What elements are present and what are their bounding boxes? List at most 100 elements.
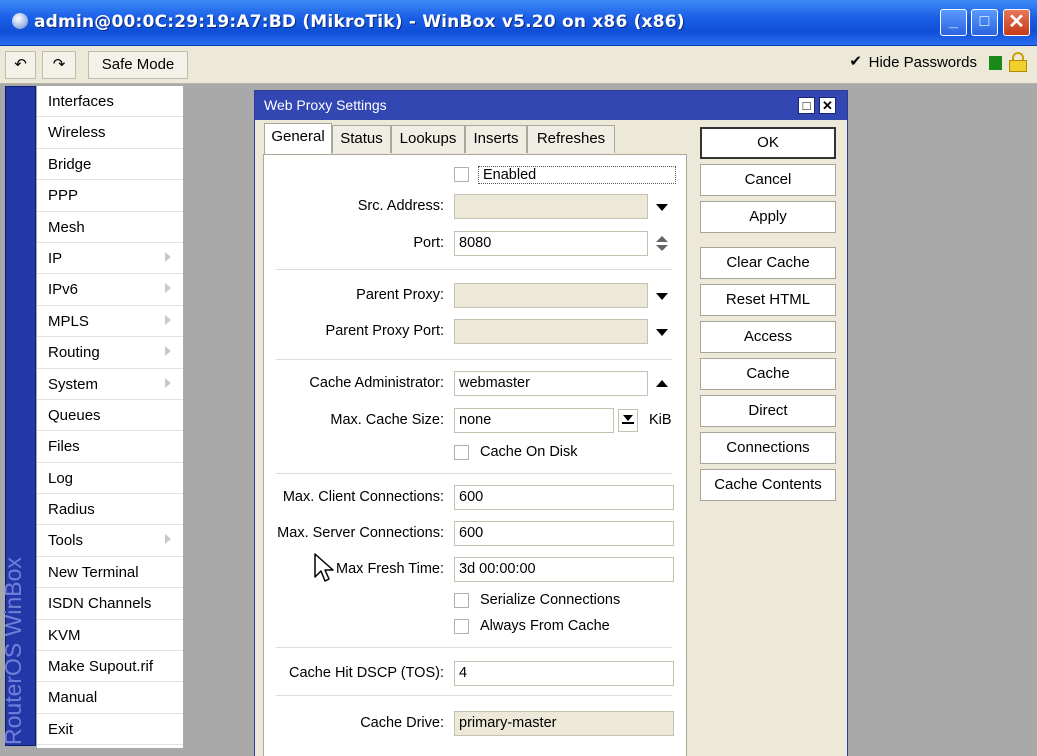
undo-icon: ↶ xyxy=(14,56,27,73)
menu-item-label: Mesh xyxy=(48,218,85,236)
minimize-button[interactable]: _ xyxy=(940,9,967,36)
divider xyxy=(276,695,672,696)
close-button[interactable]: ✕ xyxy=(1003,9,1030,36)
menu-item-label: ISDN Channels xyxy=(48,595,152,613)
cache-drive-label: Cache Drive: xyxy=(360,715,444,731)
cache-on-disk-label: Cache On Disk xyxy=(480,444,578,460)
menu-item-ipv6[interactable]: IPv6 xyxy=(37,274,183,306)
serialize-connections-checkbox[interactable] xyxy=(454,593,469,608)
menu-item-ppp[interactable]: PPP xyxy=(37,180,183,212)
menu-item-kvm[interactable]: KVM xyxy=(37,620,183,652)
dialog-restore-button[interactable]: □ xyxy=(798,97,815,114)
direct-button[interactable]: Direct xyxy=(700,395,836,427)
max-cache-size-field[interactable]: none xyxy=(454,408,614,433)
menu-item-label: MPLS xyxy=(48,312,89,330)
max-client-connections-field[interactable]: 600 xyxy=(454,485,674,510)
menu-item-label: Routing xyxy=(48,344,100,362)
parent-proxy-label: Parent Proxy: xyxy=(356,287,444,303)
serialize-connections-label: Serialize Connections xyxy=(480,592,621,608)
menu-item-label: Log xyxy=(48,469,74,487)
web-proxy-settings-dialog: Web Proxy Settings □ ✕ General Status Lo… xyxy=(254,90,848,756)
cache-contents-button[interactable]: Cache Contents xyxy=(700,469,836,501)
menu-item-routing[interactable]: Routing xyxy=(37,337,183,369)
menu-item-radius[interactable]: Radius xyxy=(37,494,183,526)
hide-passwords-checkbox[interactable]: ✔ xyxy=(849,54,863,70)
clear-cache-button[interactable]: Clear Cache xyxy=(700,247,836,279)
menu-item-make-supout[interactable]: Make Supout.rif xyxy=(37,651,183,683)
menu-item-label: Tools xyxy=(48,532,84,550)
menu-item-files[interactable]: Files xyxy=(37,431,183,463)
max-cache-size-dropdown-button[interactable] xyxy=(618,409,638,432)
parent-proxy-dropdown-icon[interactable] xyxy=(656,293,668,300)
maximize-button[interactable]: □ xyxy=(971,9,998,36)
parent-proxy-port-field[interactable] xyxy=(454,319,648,344)
ok-button[interactable]: OK xyxy=(700,127,836,159)
connection-status-indicator xyxy=(989,56,1002,70)
src-address-dropdown-icon[interactable] xyxy=(656,204,668,211)
cache-on-disk-checkbox[interactable] xyxy=(454,445,469,460)
divider xyxy=(276,473,672,474)
menu-item-ip[interactable]: IP xyxy=(37,243,183,275)
port-field[interactable]: 8080 xyxy=(454,231,648,256)
access-button[interactable]: Access xyxy=(700,321,836,353)
winbox-app-icon xyxy=(12,13,28,29)
parent-proxy-port-label: Parent Proxy Port: xyxy=(325,323,444,339)
dialog-title-bar[interactable]: Web Proxy Settings □ ✕ xyxy=(255,91,847,120)
port-spinner-icon[interactable] xyxy=(656,236,668,252)
tab-status[interactable]: Status xyxy=(332,125,391,153)
menu-item-new-terminal[interactable]: New Terminal xyxy=(37,557,183,589)
reset-html-button[interactable]: Reset HTML xyxy=(700,284,836,316)
tab-inserts[interactable]: Inserts xyxy=(465,125,527,153)
redo-button[interactable]: ↷ xyxy=(42,51,76,79)
undo-button[interactable]: ↶ xyxy=(5,51,36,79)
general-tab-panel: Enabled Src. Address: Port: 8080 Parent … xyxy=(263,154,687,756)
hide-passwords-label: Hide Passwords xyxy=(868,54,977,71)
menu-item-mpls[interactable]: MPLS xyxy=(37,306,183,338)
submenu-arrow-icon xyxy=(165,377,171,388)
cache-administrator-collapse-icon[interactable] xyxy=(656,380,668,387)
menu-item-log[interactable]: Log xyxy=(37,463,183,495)
menu-item-queues[interactable]: Queues xyxy=(37,400,183,432)
menu-item-label: System xyxy=(48,375,99,393)
menu-item-isdn-channels[interactable]: ISDN Channels xyxy=(37,588,183,620)
menu-item-wireless[interactable]: Wireless xyxy=(37,117,183,149)
menu-item-exit[interactable]: Exit xyxy=(37,714,183,746)
minimize-icon: _ xyxy=(949,13,958,30)
enabled-checkbox[interactable] xyxy=(454,167,469,182)
parent-proxy-field[interactable] xyxy=(454,283,648,308)
cache-button[interactable]: Cache xyxy=(700,358,836,390)
cache-hit-dscp-field[interactable]: 4 xyxy=(454,661,674,686)
dialog-close-button[interactable]: ✕ xyxy=(819,97,836,114)
always-from-cache-checkbox[interactable] xyxy=(454,619,469,634)
menu-item-label: KVM xyxy=(48,626,81,644)
tab-general[interactable]: General xyxy=(264,123,332,154)
menu-item-label: Files xyxy=(48,438,80,456)
tab-refreshes[interactable]: Refreshes xyxy=(527,125,615,153)
tab-lookups[interactable]: Lookups xyxy=(391,125,465,153)
menu-item-label: IP xyxy=(48,249,63,267)
dialog-title: Web Proxy Settings xyxy=(264,97,387,113)
parent-proxy-port-dropdown-icon[interactable] xyxy=(656,329,668,336)
menu-item-mesh[interactable]: Mesh xyxy=(37,212,183,243)
enabled-label[interactable]: Enabled xyxy=(478,166,676,184)
max-server-connections-field[interactable]: 600 xyxy=(454,521,674,546)
hide-passwords-toggle[interactable]: ✔ Hide Passwords xyxy=(849,54,977,71)
src-address-field[interactable] xyxy=(454,194,648,219)
divider xyxy=(276,359,672,360)
cache-administrator-field[interactable]: webmaster xyxy=(454,371,648,396)
menu-item-bridge[interactable]: Bridge xyxy=(37,149,183,181)
cancel-button[interactable]: Cancel xyxy=(700,164,836,196)
window-title-bar[interactable]: admin@00:0C:29:19:A7:BD (MikroTik) - Win… xyxy=(0,0,1037,46)
apply-button[interactable]: Apply xyxy=(700,201,836,233)
menu-item-tools[interactable]: Tools xyxy=(37,525,183,557)
divider xyxy=(276,647,672,648)
menu-item-manual[interactable]: Manual xyxy=(37,682,183,714)
menu-item-interfaces[interactable]: Interfaces xyxy=(37,86,183,118)
brand-label: RouterOS WinBox xyxy=(0,557,26,745)
max-fresh-time-field[interactable]: 3d 00:00:00 xyxy=(454,557,674,582)
cache-drive-field[interactable]: primary-master xyxy=(454,711,674,736)
safe-mode-button[interactable]: Safe Mode xyxy=(88,51,188,79)
main-menu: Interfaces Wireless Bridge PPP Mesh IP I… xyxy=(37,86,183,748)
menu-item-system[interactable]: System xyxy=(37,369,183,400)
connections-button[interactable]: Connections xyxy=(700,432,836,464)
